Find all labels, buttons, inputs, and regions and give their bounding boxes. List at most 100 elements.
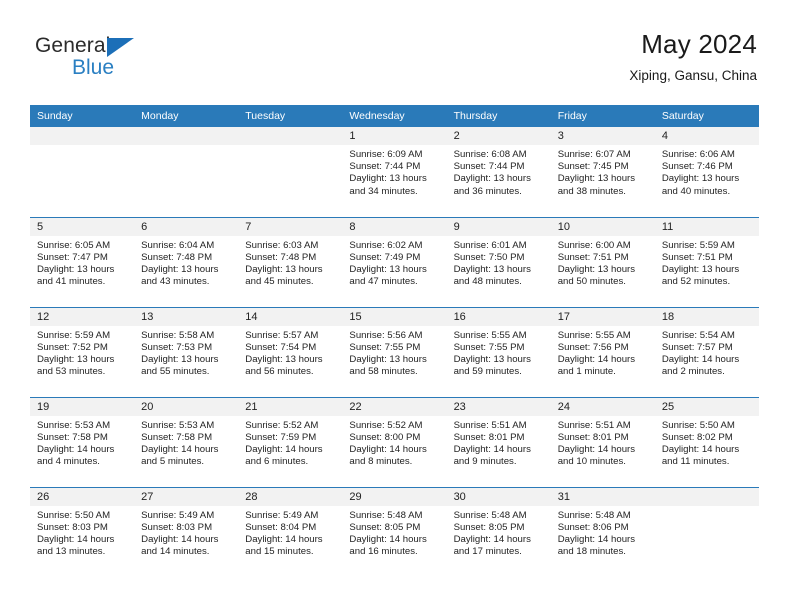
sunrise-text: Sunrise: 5:56 AM [349, 329, 423, 341]
day-details: Sunrise: 5:55 AM Sunset: 7:56 PM Daylight:… [551, 326, 655, 379]
calendar-day-cell[interactable]: 15 Sunrise: 5:56 AM Sunset: 7:55 PM Dayligh… [342, 306, 447, 397]
daylight-text-cont: and 13 minutes. [37, 546, 106, 558]
calendar-day-cell[interactable]: 26 Sunrise: 5:50 AM Sunset: 8:03 PM Dayligh… [30, 486, 135, 577]
calendar-empty-cell [238, 127, 343, 217]
calendar-day-cell[interactable]: 4 Sunrise: 6:06 AM Sunset: 7:46 PM Daylight… [654, 127, 759, 217]
day-number: 16 [446, 307, 551, 326]
daylight-text-cont: and 58 minutes. [349, 366, 418, 378]
calendar-day-cell[interactable]: 5 Sunrise: 6:05 AM Sunset: 7:47 PM Daylight… [30, 216, 135, 307]
calendar-day-cell[interactable]: 16 Sunrise: 5:55 AM Sunset: 7:55 PM Dayligh… [446, 306, 551, 397]
weekday-row: Sunday Monday Tuesday Wednesday Thursday Frid… [30, 105, 759, 127]
calendar-day-cell[interactable]: 7 Sunrise: 6:03 AM Sunset: 7:48 PM Daylight… [238, 216, 343, 307]
daylight-text: Daylight: 14 hours [453, 533, 531, 545]
sunset-text: Sunset: 7:47 PM [37, 251, 108, 263]
calendar-day-cell[interactable]: 22 Sunrise: 5:52 AM Sunset: 8:00 PM Dayligh… [342, 396, 447, 487]
sunrise-text: Sunrise: 5:59 AM [661, 239, 735, 251]
daylight-text: Daylight: 13 hours [245, 353, 323, 365]
sunset-text: Sunset: 7:46 PM [661, 161, 733, 173]
daylight-text-cont: and 14 minutes. [141, 546, 210, 558]
sunrise-text: Sunrise: 6:07 AM [557, 149, 631, 160]
weekday-header-friday: Friday [550, 105, 655, 127]
day-number: 17 [550, 307, 655, 326]
sunrise-text: Sunrise: 5:50 AM [37, 509, 111, 521]
calendar-body: 1 Sunrise: 6:09 AM Sunset: 7:44 PM Daylight… [30, 127, 759, 577]
daylight-text-cont: and 56 minutes. [245, 366, 314, 378]
day-details: Sunrise: 6:06 AM Sunset: 7:46 PM Daylight:… [655, 145, 759, 198]
sunset-text: Sunset: 7:48 PM [245, 251, 317, 263]
day-details: Sunrise: 6:04 AM Sunset: 7:48 PM Daylight:… [134, 236, 238, 289]
sunrise-text: Sunrise: 6:09 AM [349, 149, 423, 160]
calendar-day-cell[interactable]: 19 Sunrise: 5:53 AM Sunset: 7:58 PM Dayligh… [30, 396, 135, 487]
day-details: Sunrise: 5:48 AM Sunset: 8:05 PM Daylight:… [342, 506, 446, 559]
day-details: Sunrise: 5:48 AM Sunset: 8:05 PM Daylight:… [447, 506, 551, 559]
daylight-text: Daylight: 13 hours [557, 263, 636, 275]
calendar-table: Sunday Monday Tuesday Wednesday Thursday Frid… [30, 105, 759, 577]
calendar-day-cell[interactable]: 9 Sunrise: 6:01 AM Sunset: 7:50 PM Daylight… [446, 216, 551, 307]
daylight-text-cont: and 8 minutes. [349, 456, 413, 468]
daylight-text: Daylight: 14 hours [245, 533, 323, 545]
calendar-day-cell[interactable]: 31 Sunrise: 5:48 AM Sunset: 8:06 PM Dayligh… [550, 486, 655, 577]
day-details: Sunrise: 6:07 AM Sunset: 7:45 PM Daylight:… [551, 145, 655, 198]
day-number: 14 [238, 307, 343, 326]
day-details: Sunrise: 6:08 AM Sunset: 7:44 PM Daylight:… [447, 145, 551, 198]
calendar-day-cell[interactable]: 13 Sunrise: 5:58 AM Sunset: 7:53 PM Dayligh… [134, 306, 239, 397]
calendar-day-cell[interactable]: 30 Sunrise: 5:48 AM Sunset: 8:05 PM Dayligh… [446, 486, 551, 577]
sunrise-text: Sunrise: 5:53 AM [141, 419, 215, 431]
daylight-text-cont: and 1 minute. [557, 366, 616, 378]
daylight-text: Daylight: 13 hours [245, 263, 323, 275]
calendar-day-cell[interactable]: 10 Sunrise: 6:00 AM Sunset: 7:51 PM Dayligh… [550, 216, 655, 307]
day-number: 31 [550, 487, 655, 506]
calendar-day-cell[interactable]: 28 Sunrise: 5:49 AM Sunset: 8:04 PM Dayligh… [238, 486, 343, 577]
day-number: 28 [238, 487, 343, 506]
sunset-text: Sunset: 7:51 PM [661, 251, 733, 263]
day-number: 2 [446, 127, 551, 145]
calendar-empty-cell [30, 127, 135, 217]
calendar-day-cell[interactable]: 8 Sunrise: 6:02 AM Sunset: 7:49 PM Daylight… [342, 216, 447, 307]
daylight-text: Daylight: 13 hours [453, 353, 531, 365]
logo-generalblue[interactable]: General Blue [35, 34, 165, 90]
day-number: 6 [134, 217, 239, 236]
daylight-text: Daylight: 13 hours [661, 173, 740, 185]
daylight-text-cont: and 47 minutes. [349, 276, 418, 288]
sunrise-text: Sunrise: 5:51 AM [453, 419, 527, 431]
daylight-text-cont: and 55 minutes. [141, 366, 210, 378]
calendar-day-cell[interactable]: 23 Sunrise: 5:51 AM Sunset: 8:01 PM Dayligh… [446, 396, 551, 487]
calendar-day-cell[interactable]: 27 Sunrise: 5:49 AM Sunset: 8:03 PM Dayligh… [134, 486, 239, 577]
day-details: Sunrise: 5:50 AM Sunset: 8:02 PM Daylight:… [655, 416, 759, 469]
sunrise-text: Sunrise: 6:01 AM [453, 239, 527, 251]
calendar-day-cell[interactable]: 14 Sunrise: 5:57 AM Sunset: 7:54 PM Dayligh… [238, 306, 343, 397]
calendar-day-cell[interactable]: 2 Sunrise: 6:08 AM Sunset: 7:44 PM Daylight… [446, 127, 551, 217]
calendar-day-cell[interactable]: 29 Sunrise: 5:48 AM Sunset: 8:05 PM Dayligh… [342, 486, 447, 577]
calendar-day-cell[interactable]: 11 Sunrise: 5:59 AM Sunset: 7:51 PM Dayligh… [654, 216, 759, 307]
daylight-text-cont: and 2 minutes. [661, 366, 725, 378]
calendar-day-cell[interactable]: 12 Sunrise: 5:59 AM Sunset: 7:52 PM Dayligh… [30, 306, 135, 397]
daylight-text: Daylight: 14 hours [245, 443, 323, 455]
sunrise-text: Sunrise: 5:50 AM [661, 419, 735, 431]
calendar-day-cell[interactable]: 21 Sunrise: 5:52 AM Sunset: 7:59 PM Dayligh… [238, 396, 343, 487]
day-details: Sunrise: 6:09 AM Sunset: 7:44 PM Daylight:… [342, 145, 446, 198]
daylight-text: Daylight: 14 hours [349, 533, 427, 545]
day-number: 18 [654, 307, 759, 326]
day-number [238, 127, 343, 145]
calendar-day-cell[interactable]: 25 Sunrise: 5:50 AM Sunset: 8:02 PM Dayligh… [654, 396, 759, 487]
day-details: Sunrise: 5:55 AM Sunset: 7:55 PM Daylight:… [447, 326, 551, 379]
calendar-day-cell[interactable]: 17 Sunrise: 5:55 AM Sunset: 7:56 PM Dayligh… [550, 306, 655, 397]
calendar-day-cell[interactable]: 18 Sunrise: 5:54 AM Sunset: 7:57 PM Dayligh… [654, 306, 759, 397]
daylight-text-cont: and 11 minutes. [661, 456, 730, 468]
calendar-week-row: 1 Sunrise: 6:09 AM Sunset: 7:44 PM Daylight… [30, 127, 759, 217]
calendar-day-cell[interactable]: 6 Sunrise: 6:04 AM Sunset: 7:48 PM Daylight… [134, 216, 239, 307]
daylight-text: Daylight: 13 hours [349, 353, 427, 365]
day-details: Sunrise: 5:50 AM Sunset: 8:03 PM Daylight:… [30, 506, 134, 559]
daylight-text: Daylight: 13 hours [349, 263, 427, 275]
calendar-day-cell[interactable]: 3 Sunrise: 6:07 AM Sunset: 7:45 PM Daylight… [550, 127, 655, 217]
calendar-day-cell[interactable]: 20 Sunrise: 5:53 AM Sunset: 7:58 PM Dayligh… [134, 396, 239, 487]
calendar-day-cell[interactable]: 1 Sunrise: 6:09 AM Sunset: 7:44 PM Daylight… [342, 127, 447, 217]
calendar-day-cell[interactable]: 24 Sunrise: 5:51 AM Sunset: 8:01 PM Dayligh… [550, 396, 655, 487]
sunset-text: Sunset: 7:44 PM [349, 161, 421, 173]
sunset-text: Sunset: 7:50 PM [453, 251, 525, 263]
sunrise-text: Sunrise: 5:55 AM [557, 329, 631, 341]
sunset-text: Sunset: 8:00 PM [349, 431, 421, 443]
day-number: 22 [342, 397, 447, 416]
day-number: 21 [238, 397, 343, 416]
daylight-text: Daylight: 13 hours [349, 173, 427, 185]
